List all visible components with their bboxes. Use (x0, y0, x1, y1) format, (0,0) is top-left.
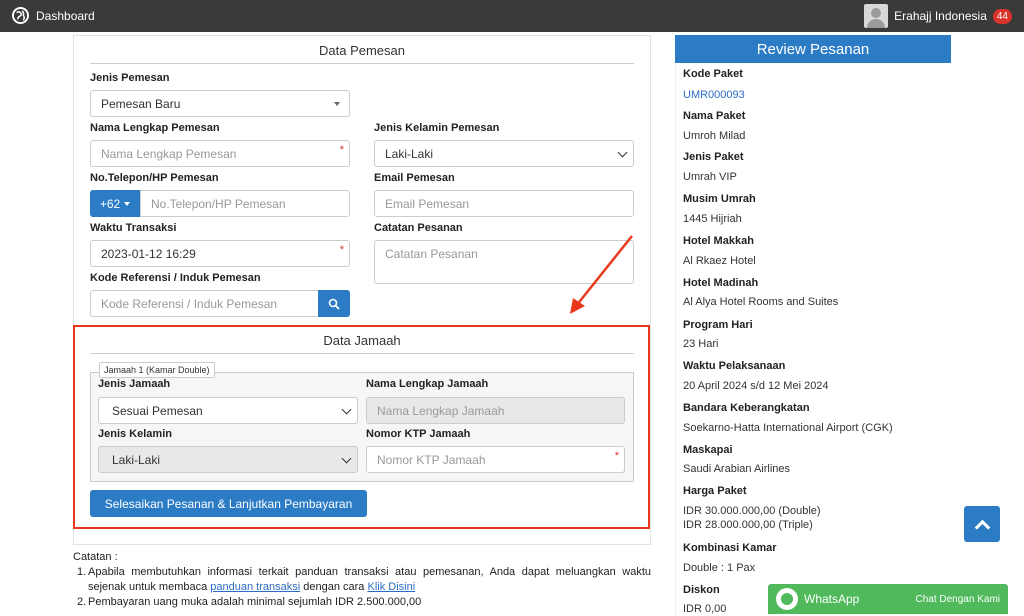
red-arrow-annotation (570, 235, 633, 314)
search-icon (328, 298, 340, 310)
panduan-transaksi-link[interactable]: panduan transaksi (210, 581, 300, 593)
caret-down-icon (334, 102, 340, 106)
label-kelamin-pemesan: Jenis Kelamin Pemesan (374, 122, 500, 134)
review-value-harga-triple: IDR 28.000.000,00 (Triple) (683, 519, 813, 531)
nama-pemesan-input[interactable]: Nama Lengkap Pemesan * (90, 140, 350, 167)
required-mark: * (339, 244, 344, 256)
review-value-kombinasi-kamar: Double : 1 Pax (683, 562, 756, 574)
review-value-nama-paket: Umroh Milad (683, 130, 746, 142)
note-item-2: 2. Pembayaran uang muka adalah minimal s… (77, 596, 422, 608)
label-waktu-transaksi: Waktu Transaksi (90, 222, 177, 234)
email-placeholder: Email Pemesan (385, 196, 470, 211)
dashboard-title: Dashboard (36, 8, 95, 23)
review-label-kode-paket: Kode Paket (683, 68, 743, 80)
review-label-hotel-madinah: Hotel Madinah (683, 277, 759, 289)
review-label-diskon: Diskon (683, 584, 720, 596)
label-catatan-pesanan: Catatan Pesanan (374, 222, 463, 234)
label-jenis-pemesan: Jenis Pemesan (90, 72, 170, 84)
review-label-kombinasi-kamar: Kombinasi Kamar (683, 542, 777, 554)
review-value-harga-double: IDR 30.000.000,00 (Double) (683, 505, 821, 517)
kode-referensi-placeholder: Kode Referensi / Induk Pemesan (101, 296, 278, 311)
review-value-jenis-paket: Umrah VIP (683, 171, 737, 183)
telepon-placeholder: No.Telepon/HP Pemesan (151, 196, 286, 211)
waktu-transaksi-value: 2023-01-12 16:29 (101, 246, 196, 261)
whatsapp-icon (776, 588, 798, 610)
nama-pemesan-placeholder: Nama Lengkap Pemesan (101, 146, 237, 161)
user-menu[interactable]: Erahajj Indonesia 44 (864, 4, 1012, 28)
avatar (864, 4, 889, 28)
review-value-musim: 1445 Hijriah (683, 213, 742, 225)
notes-section: Catatan : 1. Apabila membutuhkan informa… (73, 550, 651, 610)
review-value-kode-paket[interactable]: UMR000093 (683, 88, 745, 102)
highlight-box (73, 325, 650, 529)
label-nama-pemesan: Nama Lengkap Pemesan (90, 122, 220, 134)
chevron-up-icon (974, 519, 990, 535)
catatan-placeholder: Catatan Pesanan (385, 247, 478, 261)
country-code-dropdown[interactable]: +62 (90, 190, 140, 217)
review-value-program-hari: 23 Hari (683, 338, 719, 350)
review-label-bandara: Bandara Keberangkatan (683, 402, 810, 414)
review-label-jenis-paket: Jenis Paket (683, 151, 744, 163)
note-item-1: 1. Apabila membutuhkan informasi terkait… (77, 566, 651, 593)
review-label-program-hari: Program Hari (683, 319, 753, 331)
review-value-hotel-madinah: Al Alya Hotel Rooms and Suites (683, 296, 839, 308)
jenis-pemesan-select[interactable]: Pemesan Baru (90, 90, 350, 117)
review-value-bandara: Soekarno-Hatta International Airport (CG… (683, 422, 893, 434)
review-label-hotel-makkah: Hotel Makkah (683, 235, 754, 247)
chevron-down-icon (617, 147, 628, 158)
whatsapp-label: WhatsApp (804, 592, 860, 606)
kelamin-pemesan-value: Laki-Laki (385, 146, 434, 161)
whatsapp-chat-button[interactable]: WhatsApp Chat Dengan Kami (768, 584, 1008, 614)
note-1-mid-text: dengan cara (300, 581, 368, 593)
caret-down-icon (124, 201, 131, 206)
notes-heading: Catatan : (73, 551, 118, 563)
kelamin-pemesan-select[interactable]: Laki-Laki (374, 140, 634, 167)
kode-referensi-input[interactable]: Kode Referensi / Induk Pemesan (90, 290, 319, 317)
scroll-to-top-button[interactable] (964, 506, 1000, 542)
notification-badge: 44 (992, 8, 1012, 24)
telepon-input[interactable]: No.Telepon/HP Pemesan (140, 190, 350, 217)
review-label-musim: Musim Umrah (683, 193, 756, 205)
dashboard-link[interactable]: Dashboard (12, 7, 95, 24)
review-label-waktu-pelaksanaan: Waktu Pelaksanaan (683, 360, 786, 372)
country-code-value: +62 (99, 196, 121, 211)
label-kode-referensi: Kode Referensi / Induk Pemesan (90, 272, 261, 284)
review-value-hotel-makkah: Al Rkaez Hotel (683, 255, 756, 267)
label-telepon: No.Telepon/HP Pemesan (90, 172, 219, 184)
review-label-harga-paket: Harga Paket (683, 485, 747, 497)
email-input[interactable]: Email Pemesan (374, 190, 634, 217)
review-label-nama-paket: Nama Paket (683, 110, 746, 122)
top-navbar: Dashboard Erahajj Indonesia 44 (0, 0, 1024, 32)
note-2-text: Pembayaran uang muka adalah minimal seju… (88, 596, 422, 608)
required-mark: * (339, 144, 344, 156)
review-title: Review Pesanan (675, 35, 951, 63)
whatsapp-cta: Chat Dengan Kami (915, 593, 1001, 605)
waktu-transaksi-input[interactable]: 2023-01-12 16:29 * (90, 240, 350, 267)
jenis-pemesan-value: Pemesan Baru (101, 96, 181, 111)
klik-disini-link[interactable]: Klik Disini (367, 581, 415, 593)
label-email: Email Pemesan (374, 172, 455, 184)
globe-icon (12, 7, 29, 24)
review-label-maskapai: Maskapai (683, 444, 733, 456)
review-value-waktu-pelaksanaan: 20 April 2024 s/d 12 Mei 2024 (683, 380, 829, 392)
section-title-pemesan: Data Pemesan (90, 43, 634, 64)
review-value-maskapai: Saudi Arabian Airlines (683, 463, 791, 475)
search-referensi-button[interactable] (318, 290, 350, 317)
user-name: Erahajj Indonesia (894, 9, 987, 23)
